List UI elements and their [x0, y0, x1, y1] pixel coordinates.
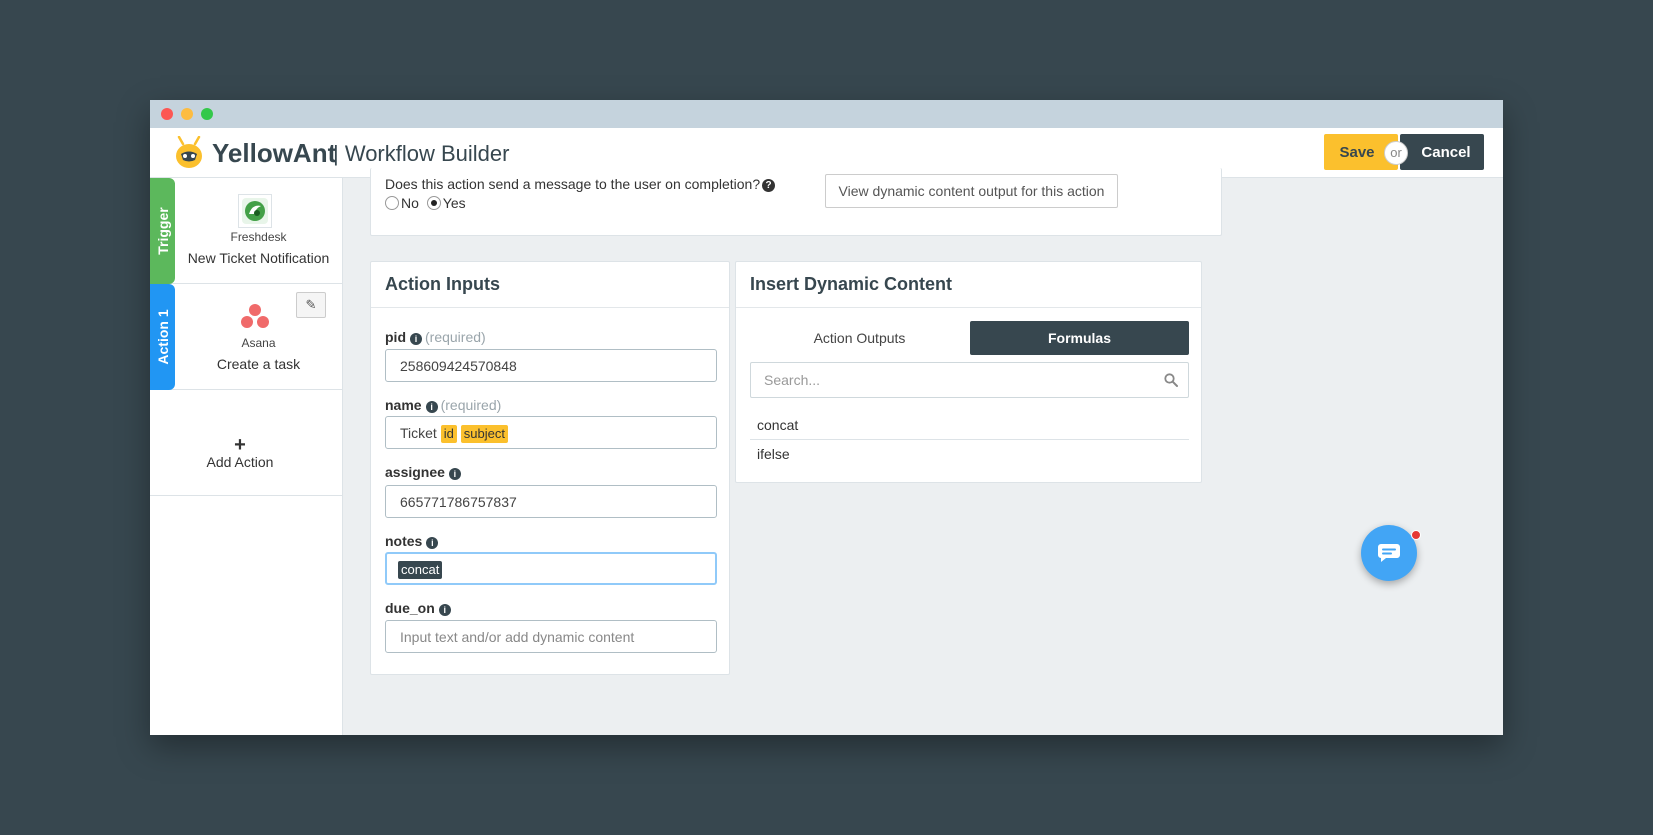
tab-formulas[interactable]: Formulas: [970, 321, 1189, 355]
tab-action-outputs[interactable]: Action Outputs: [750, 321, 969, 355]
brand-name: YellowAnt: [212, 138, 337, 168]
trigger-action-name: New Ticket Notification: [187, 250, 330, 266]
info-icon[interactable]: i: [410, 333, 422, 345]
add-action-button[interactable]: + Add Action: [150, 390, 342, 496]
divider: [371, 307, 729, 308]
dynamic-content-title: Insert Dynamic Content: [750, 274, 953, 294]
formula-token-concat[interactable]: concat: [398, 561, 443, 579]
radio-no-label[interactable]: No: [401, 195, 419, 211]
formula-item-concat[interactable]: concat: [750, 411, 1189, 440]
cancel-button[interactable]: Cancel: [1400, 134, 1484, 170]
minimize-window-button[interactable]: [181, 108, 193, 120]
radio-yes[interactable]: [426, 196, 441, 210]
page-title: | Workflow Builder: [333, 141, 510, 166]
action-inputs-title: Action Inputs: [385, 274, 500, 294]
due-on-label: due_on i: [385, 600, 451, 616]
chat-widget-button[interactable]: [1361, 525, 1421, 581]
pid-label: pid i (required): [385, 329, 486, 345]
freshdesk-icon: [238, 194, 272, 228]
dynamic-content-panel: Insert Dynamic Content Action Outputs Fo…: [735, 261, 1202, 483]
action-1-app-name: Asana: [241, 336, 276, 350]
completion-question: Does this action send a message to the u…: [385, 176, 776, 192]
formula-search: [750, 362, 1189, 398]
completion-message-panel: Does this action send a message to the u…: [370, 168, 1222, 236]
view-dynamic-output-button[interactable]: View dynamic content output for this act…: [825, 174, 1118, 208]
edit-pencil-icon[interactable]: ✎: [296, 292, 326, 318]
name-field[interactable]: Ticket id subject: [385, 416, 717, 449]
asana-icon: [238, 300, 272, 334]
divider: [736, 307, 1201, 308]
radio-yes-label[interactable]: Yes: [443, 195, 466, 211]
formula-item-ifelse[interactable]: ifelse: [750, 440, 1189, 469]
trigger-step[interactable]: Trigger Freshdesk New Ticket Notificatio…: [150, 178, 342, 284]
action-1-tab[interactable]: Action 1: [150, 284, 175, 390]
dynamic-token-subject[interactable]: subject: [460, 425, 508, 443]
assignee-field[interactable]: 665771786757837: [385, 485, 717, 518]
info-icon[interactable]: i: [438, 604, 451, 616]
workflow-sidebar: Trigger Freshdesk New Ticket Notificatio…: [150, 178, 343, 735]
trigger-app-name: Freshdesk: [230, 230, 287, 244]
due-on-field[interactable]: Input text and/or add dynamic content: [385, 620, 717, 653]
info-icon[interactable]: i: [425, 401, 438, 413]
search-icon[interactable]: [1164, 373, 1178, 387]
radio-no[interactable]: [385, 196, 399, 210]
action-inputs-panel: Action Inputs pid i (required) 25860942457…: [370, 261, 730, 675]
chat-icon: [1378, 544, 1400, 562]
action-1-step[interactable]: Action 1 ✎ Asana Create a task: [150, 284, 342, 390]
info-icon[interactable]: i: [426, 537, 439, 549]
notes-label: notes i: [385, 533, 439, 549]
or-separator: or: [1384, 141, 1408, 165]
question-help-icon[interactable]: ?: [762, 179, 776, 192]
maximize-window-button[interactable]: [201, 108, 213, 120]
notification-dot: [1411, 530, 1421, 540]
info-icon[interactable]: i: [448, 468, 461, 480]
dynamic-content-tabs: Action Outputs Formulas: [750, 321, 1189, 355]
close-window-button[interactable]: [161, 108, 173, 120]
search-input[interactable]: [751, 363, 1151, 397]
dynamic-token-id[interactable]: id: [440, 425, 457, 443]
assignee-label: assignee i: [385, 464, 461, 480]
window-titlebar: [150, 100, 1503, 128]
trigger-tab[interactable]: Trigger: [150, 178, 175, 284]
completion-radio-group: No Yes: [385, 195, 466, 211]
yellowant-logo-icon: [176, 136, 202, 168]
app-window: YellowAnt | Workflow Builder Save or Can…: [150, 100, 1503, 735]
name-label: name i (required): [385, 397, 502, 413]
notes-field[interactable]: concat: [385, 552, 717, 585]
pid-field[interactable]: 258609424570848: [385, 349, 717, 382]
add-action-label: Add Action: [206, 454, 274, 470]
action-1-action-name: Create a task: [216, 356, 301, 372]
